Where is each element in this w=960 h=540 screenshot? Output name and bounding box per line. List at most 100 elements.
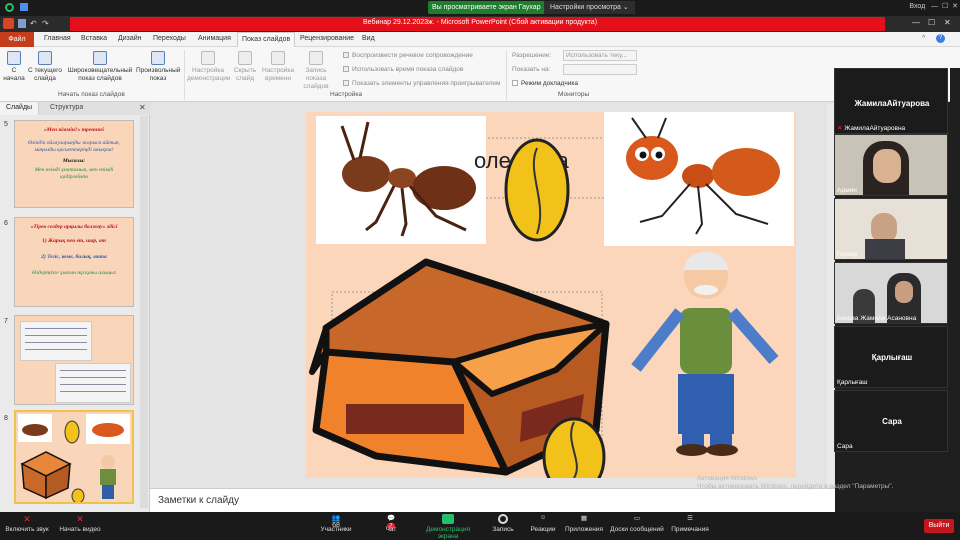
close-pane-icon[interactable]: ✕ bbox=[139, 103, 146, 112]
leave-button[interactable]: Выйти bbox=[924, 519, 954, 533]
start-video-button[interactable]: ✕ Начать видео bbox=[58, 514, 102, 533]
participant-tile[interactable]: Сара Сара bbox=[834, 390, 948, 452]
apps-button[interactable]: ▦ Приложения bbox=[564, 514, 604, 533]
participant-tile-video[interactable]: Гаухар bbox=[834, 198, 948, 260]
notes-button[interactable]: ☰ Примечания bbox=[670, 514, 710, 533]
tab-review[interactable]: Рецензирование bbox=[300, 35, 354, 42]
setup-icon bbox=[201, 51, 215, 65]
checkbox-icon bbox=[343, 66, 349, 72]
setup-show-button[interactable]: Настройка демонстрации bbox=[187, 51, 231, 83]
slide-thumbnail-8-selected[interactable] bbox=[14, 410, 134, 504]
group-start-label: Начать показ слайдов bbox=[58, 91, 125, 98]
slide-thumbnail-7[interactable] bbox=[14, 315, 134, 405]
tab-transitions[interactable]: Переходы bbox=[153, 35, 186, 42]
info-icon[interactable] bbox=[20, 3, 28, 11]
slide-thumbnail-5[interactable]: «Мен кіммін?» тренингі Өзіндік ойлаулары… bbox=[14, 120, 134, 208]
use-timings-label: Использовать время показа слайдов bbox=[352, 66, 464, 73]
timer-icon bbox=[271, 51, 285, 65]
tab-view[interactable]: Вид bbox=[362, 35, 375, 42]
participant-tile-speaker[interactable]: ЖамилаАйтуарова ✕ ЖамилаАйтуаровна bbox=[834, 68, 948, 134]
slide-artwork: оле к сла bbox=[309, 112, 794, 497]
record-button[interactable]: Запись bbox=[488, 514, 518, 533]
from-current-button[interactable]: С текущего слайда bbox=[27, 51, 63, 83]
file-tab[interactable]: Файл bbox=[0, 32, 34, 47]
participant-tile-video[interactable]: Бекова Жамиля Асановна bbox=[834, 262, 948, 324]
broadcast-icon bbox=[93, 51, 107, 65]
slide-thumbnail-6[interactable]: «Тірек сөздер арқылы болжау» әдісі 1) Жа… bbox=[14, 217, 134, 307]
pane-tabs: Слайды Структура ✕ bbox=[0, 102, 150, 115]
participant-big-name: Сара bbox=[882, 417, 902, 426]
chevron-down-icon: ⌄ bbox=[622, 4, 629, 11]
play-narration-checkbox[interactable]: Воспроизвести речевое сопровождение bbox=[343, 52, 473, 59]
tab-animation[interactable]: Анимация bbox=[198, 35, 231, 42]
thumb-line: 2) Тегіс, кеме, балық, мата bbox=[41, 254, 107, 260]
whiteboards-button[interactable]: ▭ Доски сообщений bbox=[610, 514, 664, 533]
whiteboard-icon: ▭ bbox=[633, 515, 641, 522]
pane-scrollbar[interactable] bbox=[140, 116, 148, 508]
resolution-select[interactable]: Использовать теку... bbox=[563, 50, 637, 61]
participant-big-name: Қарлығаш bbox=[871, 353, 913, 362]
rehearse-button[interactable]: Настройка времени bbox=[261, 51, 295, 83]
tab-outline[interactable]: Структура bbox=[50, 104, 83, 111]
shield-icon bbox=[5, 3, 14, 12]
tab-design[interactable]: Дизайн bbox=[118, 35, 142, 42]
ribbon-tabs: Главная Вставка Дизайн Переходы Анимация… bbox=[0, 32, 960, 48]
window-controls: Вход — ☐ ✕ bbox=[909, 2, 958, 10]
close-button[interactable]: ✕ bbox=[952, 3, 958, 10]
slide-canvas[interactable]: оле к сла bbox=[306, 112, 796, 497]
show-on-label: Показать на: bbox=[512, 66, 551, 73]
presenter-view-label: Режим докладчика bbox=[521, 80, 578, 87]
custom-show-button[interactable]: Произвольный показ bbox=[136, 51, 180, 83]
from-start-button[interactable]: С начала bbox=[3, 51, 25, 83]
share-label: Демонстрация экрана bbox=[425, 526, 471, 540]
restore-icon[interactable]: ☐ bbox=[928, 18, 935, 27]
login-button[interactable]: Вход bbox=[909, 3, 925, 10]
close-icon[interactable]: ✕ bbox=[944, 18, 951, 27]
maximize-button[interactable]: ☐ bbox=[942, 3, 948, 10]
show-on-select[interactable] bbox=[563, 64, 637, 75]
rehearse-label: Настройка времени bbox=[262, 67, 294, 82]
zoom-toolbar: ✕ Включить звук ✕ Начать видео 👥 68 Участни… bbox=[0, 512, 960, 540]
record-icon bbox=[498, 514, 508, 524]
hide-label: Скрыть слайд bbox=[233, 67, 257, 82]
thumbnail-preview bbox=[18, 414, 130, 504]
participant-name: Админ bbox=[837, 187, 857, 194]
record-label: Запись показа слайдов bbox=[303, 67, 329, 90]
activation-watermark: Активация Windows Чтобы активировать Win… bbox=[697, 475, 893, 491]
notes-label: Примечания bbox=[671, 526, 709, 533]
chat-icon: 💬7 bbox=[386, 515, 396, 529]
participant-name: Гаухар bbox=[837, 251, 858, 258]
hide-slide-button[interactable]: Скрыть слайд bbox=[231, 51, 259, 83]
thumb-line: Өзіндік ойлауларыңды жарыса айтып, маңыз… bbox=[28, 140, 120, 153]
participant-tile-video[interactable]: Админ bbox=[834, 134, 948, 196]
minimize-ribbon-icon[interactable]: ^ bbox=[922, 35, 925, 42]
tab-slideshow[interactable]: Показ слайдов bbox=[237, 32, 296, 48]
presenter-view-checkbox[interactable]: Режим докладчика bbox=[512, 80, 578, 87]
editor-scrollbar[interactable] bbox=[827, 104, 834, 486]
broadcast-button[interactable]: Широковещательный показ слайдов bbox=[66, 51, 134, 83]
minimize-button[interactable]: — bbox=[931, 3, 938, 10]
unmute-button[interactable]: ✕ Включить звук bbox=[4, 514, 50, 533]
notes-area[interactable]: Заметки к слайду bbox=[150, 488, 835, 512]
slide-number: 5 bbox=[4, 121, 8, 128]
help-icon[interactable]: ? bbox=[936, 34, 945, 43]
tab-slides[interactable]: Слайды bbox=[0, 102, 40, 115]
minimize-icon[interactable]: — bbox=[912, 18, 920, 27]
participants-icon: 👥 68 bbox=[331, 515, 341, 529]
use-timings-checkbox[interactable]: Использовать время показа слайдов bbox=[343, 66, 463, 73]
reactions-button[interactable]: ☺ Реакции bbox=[528, 514, 558, 533]
participant-tile[interactable]: Қарлығаш Қарлығаш bbox=[834, 326, 948, 388]
record-label: Запись bbox=[492, 526, 514, 533]
viewing-share-badge: Вы просматриваете экран Гаухар bbox=[428, 1, 545, 14]
chat-button[interactable]: 💬7 Чат bbox=[378, 514, 404, 533]
from-start-label: С начала bbox=[3, 67, 25, 82]
tab-insert[interactable]: Вставка bbox=[81, 35, 107, 42]
slide-number: 8 bbox=[4, 415, 8, 422]
show-controls-checkbox[interactable]: Показать элементы управления проигрывате… bbox=[343, 80, 500, 87]
share-screen-button[interactable]: Демонстрация экрана bbox=[416, 514, 480, 540]
participants-button[interactable]: 👥 68 Участники bbox=[316, 514, 356, 533]
speaker-name: ЖамилаАйтуарова bbox=[854, 99, 930, 108]
record-show-button[interactable]: Запись показа слайдов bbox=[296, 51, 336, 91]
tab-home[interactable]: Главная bbox=[44, 35, 71, 42]
view-options-button[interactable]: Настройки просмотра ⌄ bbox=[544, 1, 635, 14]
